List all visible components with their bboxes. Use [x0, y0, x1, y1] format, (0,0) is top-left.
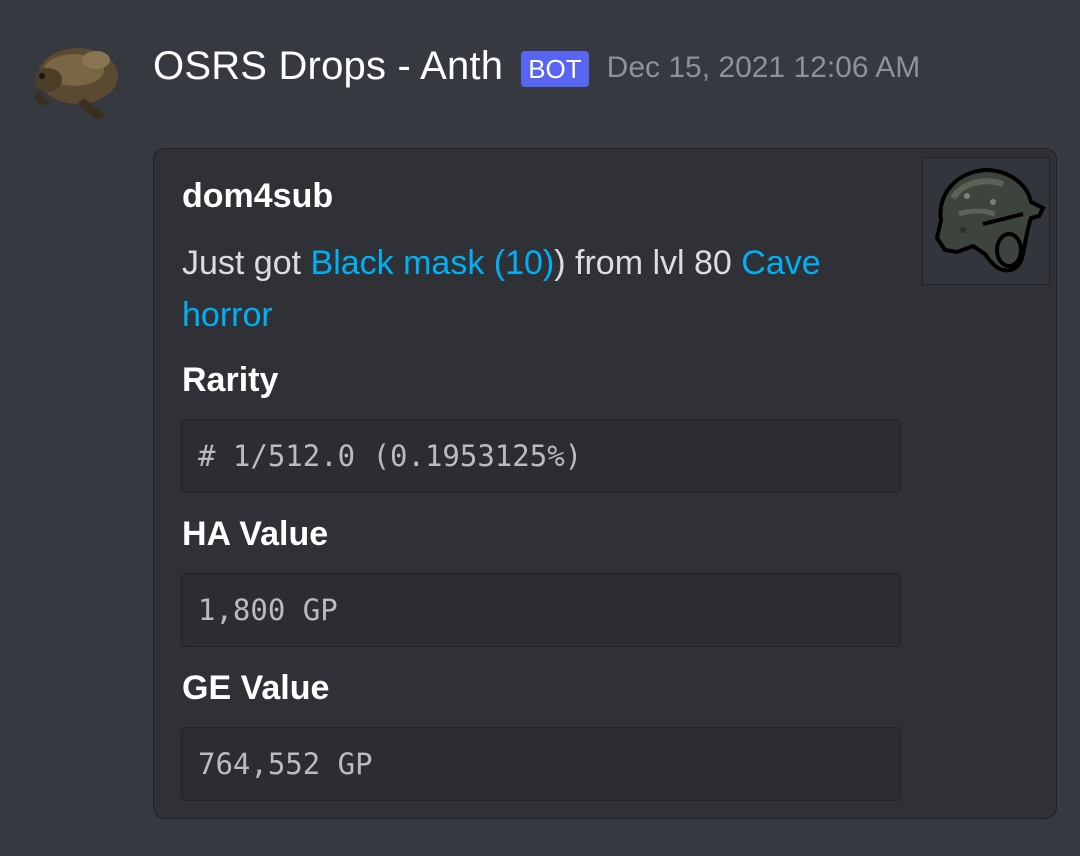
- description-prefix: Just got: [182, 244, 311, 282]
- author-name[interactable]: OSRS Drops - Anth: [153, 44, 503, 89]
- message-header: OSRS Drops - Anth BOT Dec 15, 2021 12:06…: [153, 36, 920, 96]
- chat-message: OSRS Drops - Anth BOT Dec 15, 2021 12:06…: [0, 0, 1080, 856]
- field-value-ha-value: 1,800 GP: [181, 573, 901, 647]
- field-name-ge-value: GE Value: [182, 669, 330, 707]
- black-mask-icon[interactable]: [922, 157, 1050, 285]
- embed-author: dom4sub: [182, 177, 334, 215]
- field-value-rarity: # 1/512.0 (0.1953125%): [181, 419, 901, 493]
- beaver-avatar-icon[interactable]: [22, 28, 126, 132]
- message-timestamp[interactable]: Dec 15, 2021 12:06 AM: [607, 51, 921, 85]
- field-value-ge-value: 764,552 GP: [181, 727, 901, 801]
- description-middle: ) from lvl 80: [554, 244, 742, 282]
- bot-badge: BOT: [521, 51, 589, 87]
- drop-embed: dom4sub Just got Black mask (10)) from l…: [153, 148, 1057, 819]
- embed-description: Just got Black mask (10)) from lvl 80 Ca…: [182, 237, 902, 341]
- field-name-rarity: Rarity: [182, 361, 279, 399]
- field-name-ha-value: HA Value: [182, 515, 329, 553]
- item-link[interactable]: Black mask (10): [311, 244, 555, 282]
